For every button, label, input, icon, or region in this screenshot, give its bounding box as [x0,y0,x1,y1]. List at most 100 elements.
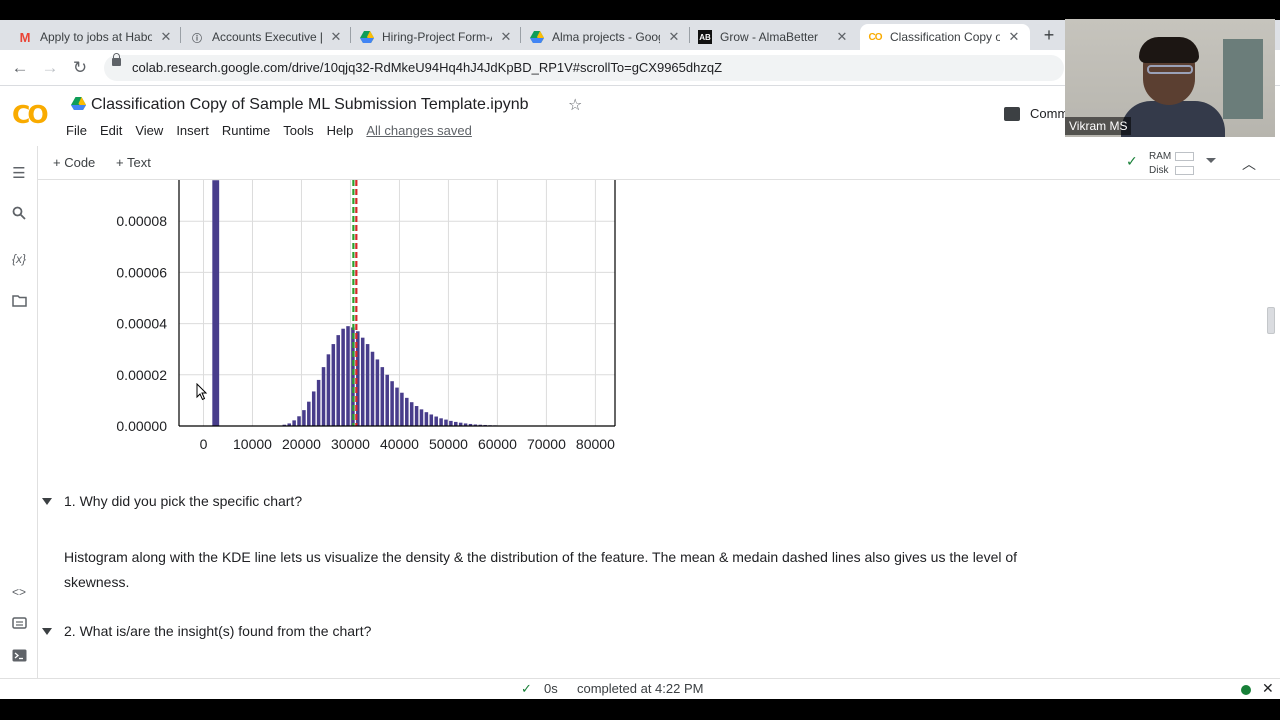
save-status[interactable]: All changes saved [366,123,472,138]
tab-gmail[interactable]: M Apply to jobs at Habo ✕ [10,24,182,50]
tab-separator [520,27,521,43]
address-bar[interactable]: colab.research.google.com/drive/10qjq32-… [104,55,1064,81]
x-tick-label: 40000 [380,436,419,452]
tab-title: Classification Copy of [890,30,1000,44]
reload-icon[interactable]: ↻ [69,57,91,79]
tab-accounts-executive[interactable]: ⓘ Accounts Executive [M ✕ [182,24,352,50]
close-icon[interactable]: ✕ [1006,29,1022,45]
menu-insert[interactable]: Insert [176,123,209,138]
question-1-heading[interactable]: 1. Why did you pick the specific chart? [64,493,302,509]
close-icon[interactable]: ✕ [498,29,514,45]
tab-title: Alma projects - Goog [552,30,660,44]
histogram-bar [297,416,301,426]
star-icon[interactable]: ☆ [568,95,582,115]
webcam-person-hair [1139,37,1199,63]
variables-icon[interactable]: {x} [9,249,29,269]
tab-grow-almabetter[interactable]: AB Grow - AlmaBetter ✕ [690,24,858,50]
histogram-bar [321,367,326,426]
table-of-contents-icon[interactable]: ☰ [9,164,29,184]
code-snippets-icon[interactable]: <> [9,582,29,602]
histogram-bar [360,337,365,426]
close-icon[interactable]: ✕ [158,29,174,45]
question-2-heading[interactable]: 2. What is/are the insight(s) found from… [64,623,371,639]
histogram-bar [375,359,380,426]
tab-title: Accounts Executive [M [212,30,322,44]
connected-check-icon: ✓ [1126,153,1138,169]
webcam-name-tag: Vikram MS [1065,117,1132,135]
screen: M Apply to jobs at Habo ✕ ⓘ Accounts Exe… [0,0,1280,720]
histogram-bar [400,392,404,426]
menu-help[interactable]: Help [327,123,354,138]
close-icon[interactable]: ✕ [328,29,344,45]
tab-classification-copy[interactable]: CO Classification Copy of ✕ [860,24,1030,50]
command-palette-icon[interactable] [9,615,29,635]
tab-separator [180,27,181,43]
bottom-letterbox [0,699,1280,720]
answer-1-text[interactable]: Histogram along with the KDE line lets u… [64,545,1024,595]
almabetter-icon: AB [698,30,712,44]
status-bar: ✓ 0s completed at 4:22 PM ✕ [0,678,1280,699]
collapse-section-icon[interactable] [42,628,52,635]
x-tick-label: 30000 [331,436,370,452]
comment-label: Comm [1030,106,1069,121]
folder-icon[interactable] [9,293,29,313]
comment-icon [1004,106,1020,121]
info-icon: ⓘ [192,33,202,45]
colab-icon: CO [868,31,883,43]
histogram-bar [370,351,375,426]
forward-arrow-icon[interactable]: → [39,57,61,79]
left-sidebar: ☰ {x} <> [0,146,38,678]
add-code-button[interactable]: + Code [53,155,95,170]
chevron-down-icon[interactable] [1206,158,1216,163]
webcam-window [1223,39,1263,119]
histogram-bar [424,412,429,426]
colab-logo[interactable]: CO [12,100,49,129]
add-text-button[interactable]: + Text [116,155,151,170]
x-tick-label: 20000 [282,436,321,452]
connection-status-dot [1241,685,1251,695]
histogram-bar [212,180,220,426]
close-icon[interactable]: ✕ [834,29,850,45]
menu-tools[interactable]: Tools [283,123,313,138]
histogram-bar [311,391,316,426]
menu-edit[interactable]: Edit [100,123,122,138]
tab-alma-projects[interactable]: Alma projects - Goog ✕ [522,24,690,50]
close-icon[interactable]: ✕ [1262,680,1274,697]
search-icon[interactable] [9,206,29,226]
webcam-person-glasses [1147,65,1193,74]
comment-button[interactable]: Comm [1004,106,1068,121]
execution-check-icon: ✓ [521,681,532,696]
histogram-bar [331,344,336,426]
terminal-icon[interactable] [9,648,29,668]
vertical-scrollbar-thumb[interactable] [1267,307,1275,334]
tab-title: Grow - AlmaBetter [720,30,819,44]
histogram-bar [449,420,453,426]
back-arrow-icon[interactable]: ← [9,57,31,79]
y-tick-label: 0.00008 [116,213,167,229]
notebook-title[interactable]: Classification Copy of Sample ML Submiss… [91,96,529,114]
y-tick-label: 0.00000 [116,418,167,434]
histogram-bar [390,381,394,426]
google-drive-icon [360,30,374,44]
y-tick-label: 0.00006 [116,264,167,280]
histogram-bar [380,367,385,426]
menu-view[interactable]: View [135,123,163,138]
chevron-up-icon[interactable]: ︿ [1242,154,1256,174]
menu-file[interactable]: File [66,123,87,138]
google-drive-icon [530,30,544,44]
new-tab-button[interactable]: + [1038,24,1060,46]
menu-runtime[interactable]: Runtime [222,123,270,138]
close-icon[interactable]: ✕ [666,29,682,45]
collapse-section-icon[interactable] [42,498,52,505]
histogram-bar [385,374,389,426]
ram-label: RAM [1149,151,1172,162]
resource-labels[interactable]: RAM Disk [1149,150,1171,178]
cell-toolbar [38,146,1280,180]
tab-hiring-project[interactable]: Hiring-Project Form-A ✕ [352,24,522,50]
execution-completed-time[interactable]: completed at 4:22 PM [577,681,703,696]
histogram-bar [434,416,438,426]
ram-usage-bar [1175,152,1194,161]
histogram-bar [395,387,399,426]
histogram-bar [365,344,370,426]
y-tick-label: 0.00004 [116,316,167,332]
